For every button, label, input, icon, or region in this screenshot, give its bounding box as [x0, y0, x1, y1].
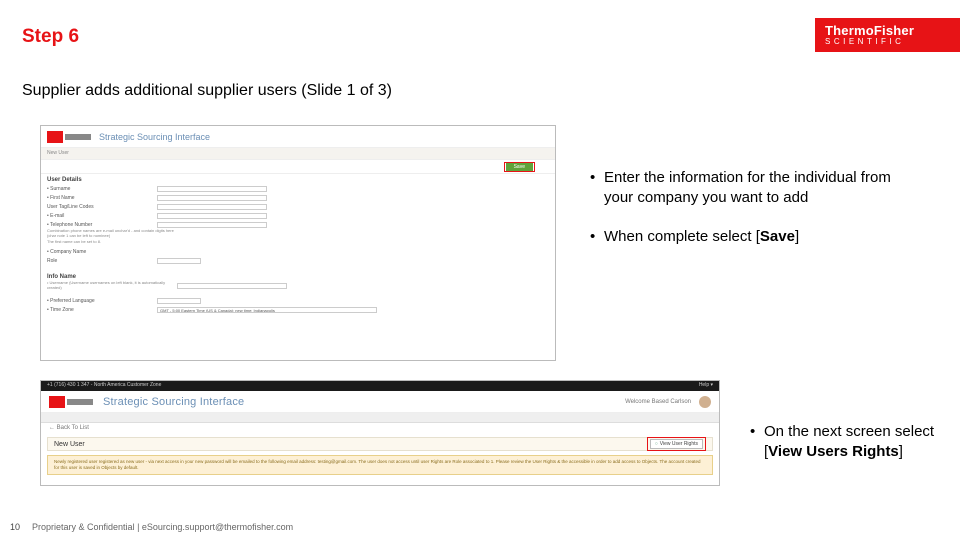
label-email: • E-mail: [47, 213, 157, 219]
label-surname: • Surname: [47, 186, 157, 192]
tab-bar: [41, 413, 719, 423]
input-tagline[interactable]: [157, 204, 267, 210]
app-title: Strategic Sourcing Interface: [99, 132, 210, 142]
brand-logo: ThermoFisher SCIENTIFIC: [815, 18, 960, 52]
note-2: The first name can be set to 8.: [47, 240, 177, 244]
bullet-select-save: When complete select [Save]: [590, 227, 920, 247]
screenshot-user-rights: +1 (716) 430 1 347 - North America Custo…: [40, 380, 720, 486]
view-user-rights-button[interactable]: View User Rights: [650, 439, 703, 449]
alert-message: Newly registered user registered as new …: [47, 455, 713, 475]
screenshot-new-user-form: Strategic Sourcing Interface New User Sa…: [40, 125, 556, 361]
footer: 10 Proprietary & Confidential | eSourcin…: [10, 522, 293, 532]
view-rights-highlight: View User Rights: [647, 437, 706, 451]
label-lang: • Preferred Language: [47, 298, 157, 304]
mini-logo-icon: [47, 131, 93, 143]
save-button[interactable]: Save: [506, 163, 533, 171]
input-lang[interactable]: [157, 298, 201, 304]
input-firstname[interactable]: [157, 195, 267, 201]
label-phone: • Telephone Number: [47, 222, 157, 228]
note-1: Combination phone names are e-mail uncha…: [47, 229, 177, 238]
brand-line1: ThermoFisher: [825, 24, 960, 37]
page-subtitle: Supplier adds additional supplier users …: [22, 82, 392, 100]
page-number: 10: [10, 522, 20, 532]
page-title: Step 6: [22, 26, 79, 48]
app-title-2: Strategic Sourcing Interface: [103, 396, 244, 408]
breadcrumb: New User: [41, 148, 555, 160]
input-surname[interactable]: [157, 186, 267, 192]
back-link[interactable]: ← Back To List: [41, 423, 719, 435]
save-highlight: Save: [504, 162, 535, 172]
avatar-icon: [699, 396, 711, 408]
new-user-label: New User: [54, 441, 85, 448]
footer-text: Proprietary & Confidential | eSourcing.s…: [32, 522, 293, 532]
bullet-view-rights: On the next screen select [View Users Ri…: [750, 422, 940, 461]
input-role[interactable]: [157, 258, 201, 264]
section-user-details: User Details: [41, 174, 555, 184]
black-left: +1 (716) 430 1 347 - North America Custo…: [47, 382, 161, 390]
brand-line2: SCIENTIFIC: [825, 38, 960, 46]
input-email[interactable]: [157, 213, 267, 219]
label-tagline: User Tag/Line Codes: [47, 204, 157, 210]
label-company: • Company Name: [47, 249, 157, 255]
save-bar: Save: [41, 160, 555, 174]
top-black-bar: +1 (716) 430 1 347 - North America Custo…: [41, 381, 719, 391]
mini-logo-icon: [49, 396, 95, 408]
label-role: Role: [47, 258, 157, 264]
label-tz: • Time Zone: [47, 307, 157, 313]
instructions-top: Enter the information for the individual…: [590, 168, 920, 267]
bullet-enter-info: Enter the information for the individual…: [590, 168, 920, 207]
black-right: Help ▾: [699, 382, 713, 390]
label-username: • Username (Username usernames on left b…: [47, 281, 177, 290]
instructions-bottom: On the next screen select [View Users Ri…: [750, 422, 940, 481]
input-phone[interactable]: [157, 222, 267, 228]
label-firstname: • First Name: [47, 195, 157, 201]
input-username[interactable]: [177, 283, 287, 289]
new-user-bar: New User View User Rights: [47, 437, 713, 451]
input-tz[interactable]: GMT - 5:00 Eastern Time (US & Canada); n…: [157, 307, 377, 313]
welcome-text: Welcome Based Carlson: [625, 399, 691, 405]
